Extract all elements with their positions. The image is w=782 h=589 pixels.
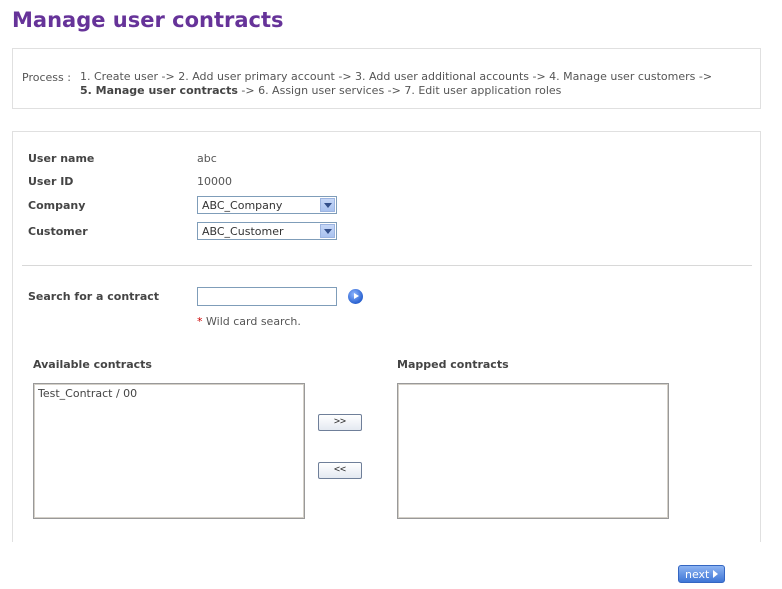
mapped-contracts-label: Mapped contracts [397,358,509,371]
customer-select-value: ABC_Customer [202,225,284,238]
userid-value: 10000 [197,175,232,188]
next-button-label: next [685,568,710,581]
wildcard-hint: * Wild card search. [197,315,301,328]
required-marker: * [197,315,203,328]
userid-label: User ID [28,175,74,188]
search-label: Search for a contract [28,290,160,303]
mapped-contracts-list[interactable] [397,383,669,519]
process-steps-line1: 1. Create user -> 2. Add user primary ac… [80,70,713,83]
next-button[interactable]: next [678,565,725,583]
company-select-value: ABC_Company [202,199,283,212]
chevron-down-icon[interactable] [320,198,335,212]
company-select[interactable]: ABC_Company [197,196,337,214]
company-label: Company [28,199,86,212]
add-contract-button[interactable]: >> [318,414,362,431]
process-current-step: 5. Manage user contracts [80,84,238,97]
go-arrow-icon[interactable] [348,289,363,304]
next-arrow-icon [713,570,718,578]
available-contracts-label: Available contracts [33,358,152,371]
contract-search-input[interactable] [197,287,337,306]
remove-contract-button[interactable]: << [318,462,362,479]
process-steps-line2: -> 6. Assign user services -> 7. Edit us… [237,84,562,97]
section-divider [22,265,752,266]
list-item[interactable]: Test_Contract / 00 [38,387,137,400]
chevron-down-icon[interactable] [320,224,335,238]
username-label: User name [28,152,95,165]
customer-label: Customer [28,225,88,238]
process-steps: 1. Create user -> 2. Add user primary ac… [80,70,750,98]
process-label: Process : [22,71,71,84]
available-contracts-list[interactable]: Test_Contract / 00 [33,383,305,519]
process-steps-panel: Process : 1. Create user -> 2. Add user … [12,48,761,109]
wildcard-hint-text: Wild card search. [206,315,301,328]
page-title: Manage user contracts [12,8,284,32]
customer-select[interactable]: ABC_Customer [197,222,337,240]
username-value: abc [197,152,217,165]
